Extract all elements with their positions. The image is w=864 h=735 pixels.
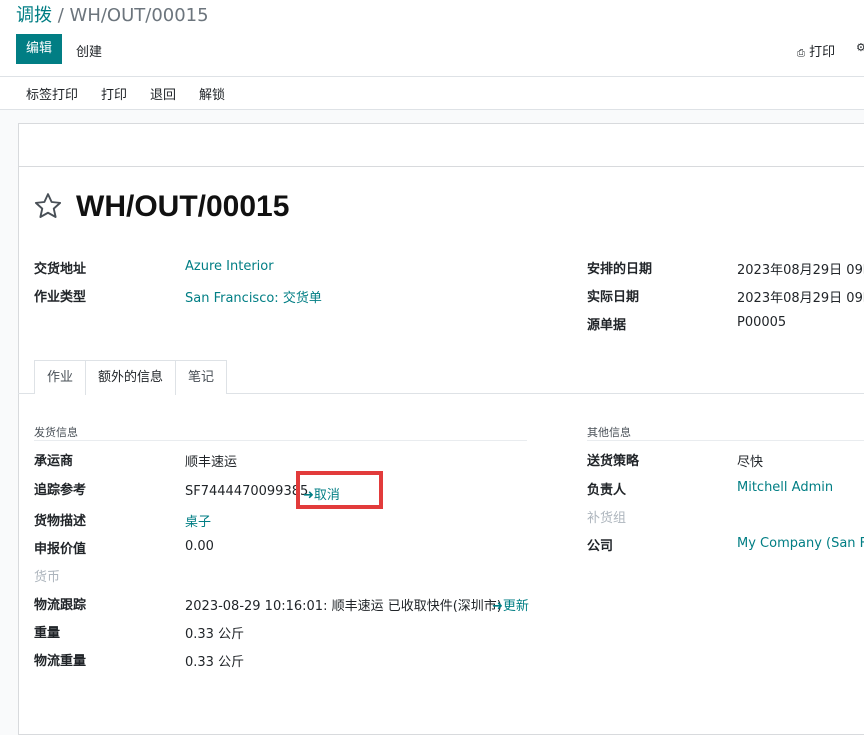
scheduled-date-label: 安排的日期	[587, 262, 653, 277]
procurement-group-label: 补货组	[587, 511, 627, 526]
company-value[interactable]: My Company (San Fra	[737, 536, 864, 551]
label-print-button[interactable]: 标签打印	[26, 84, 78, 103]
logistics-tracking-value: 2023-08-29 10:16:01: 顺丰速运 已收取快件(深圳市)	[185, 599, 502, 614]
breadcrumb-current: WH/OUT/00015	[69, 5, 209, 26]
operation-type-label: 作业类型	[34, 290, 87, 305]
statusbar-divider	[18, 166, 864, 167]
goods-description-label: 货物描述	[34, 514, 87, 529]
effective-date-value: 2023年08月29日 09时	[737, 291, 864, 306]
print-menu-button[interactable]: ⎙ 打印	[797, 41, 835, 60]
arrow-right-icon: ➜	[492, 599, 503, 614]
tracking-ref-label: 追踪参考	[34, 483, 87, 498]
weight-value[interactable]: 0.33 公斤	[185, 623, 244, 642]
goods-description-value[interactable]: 桌子	[185, 511, 211, 530]
unlock-button[interactable]: 解锁	[199, 84, 225, 103]
star-icon[interactable]	[33, 191, 63, 225]
shipping-policy-value[interactable]: 尽快	[737, 451, 763, 470]
update-tracking-button[interactable]: ➜更新	[492, 595, 529, 614]
scheduled-date-value: 2023年08月29日 09时	[737, 263, 864, 278]
company-label: 公司	[587, 539, 614, 554]
record-title: WH/OUT/00015	[76, 190, 290, 223]
printer-icon: ⎙	[797, 48, 805, 59]
effective-date-label: 实际日期	[587, 290, 640, 305]
other-info-header: 其他信息	[587, 426, 631, 439]
create-button[interactable]: 创建	[76, 41, 102, 60]
tab-notes[interactable]: 笔记	[175, 360, 227, 394]
responsible-value[interactable]: Mitchell Admin	[737, 480, 833, 495]
edit-button[interactable]: 编辑	[16, 34, 62, 64]
update-tracking-label: 更新	[502, 599, 529, 614]
delivery-address-value[interactable]: Azure Interior	[185, 259, 274, 274]
shipping-weight-label: 物流重量	[34, 654, 87, 669]
print-menu-label: 打印	[809, 45, 836, 60]
declared-value-label: 申报价值	[34, 542, 87, 557]
action-bar	[0, 77, 864, 110]
tab-operations[interactable]: 作业	[34, 360, 86, 394]
shipping-weight-value[interactable]: 0.33 公斤	[185, 651, 244, 670]
tab-additional-info[interactable]: 额外的信息	[85, 360, 176, 395]
breadcrumb-parent[interactable]: 调拨	[16, 5, 52, 26]
weight-label: 重量	[34, 626, 61, 641]
logistics-tracking-label: 物流跟踪	[34, 598, 87, 613]
tracking-ref-value: SF7444470099385	[185, 484, 309, 499]
source-document-value: P00005	[737, 315, 787, 330]
return-button[interactable]: 退回	[150, 84, 176, 103]
breadcrumb-separator: /	[52, 5, 70, 26]
responsible-label: 负责人	[587, 483, 627, 498]
shipping-policy-label: 送货策略	[587, 454, 640, 469]
carrier-value[interactable]: 顺丰速运	[185, 451, 237, 470]
currency-label: 货币	[34, 570, 61, 585]
print-button[interactable]: 打印	[101, 84, 127, 103]
shipping-info-divider	[34, 440, 527, 441]
breadcrumb: 调拨 / WH/OUT/00015	[16, 1, 209, 27]
operation-type-value[interactable]: San Francisco: 交货单	[185, 287, 322, 306]
delivery-address-label: 交货地址	[34, 262, 87, 277]
other-info-divider	[587, 440, 864, 441]
carrier-label: 承运商	[34, 454, 74, 469]
declared-value-value[interactable]: 0.00	[185, 539, 214, 554]
gear-icon[interactable]: ⚙	[856, 41, 864, 54]
source-document-label: 源单据	[587, 318, 627, 333]
highlight-box	[296, 471, 383, 509]
shipping-info-header: 发货信息	[34, 426, 78, 439]
